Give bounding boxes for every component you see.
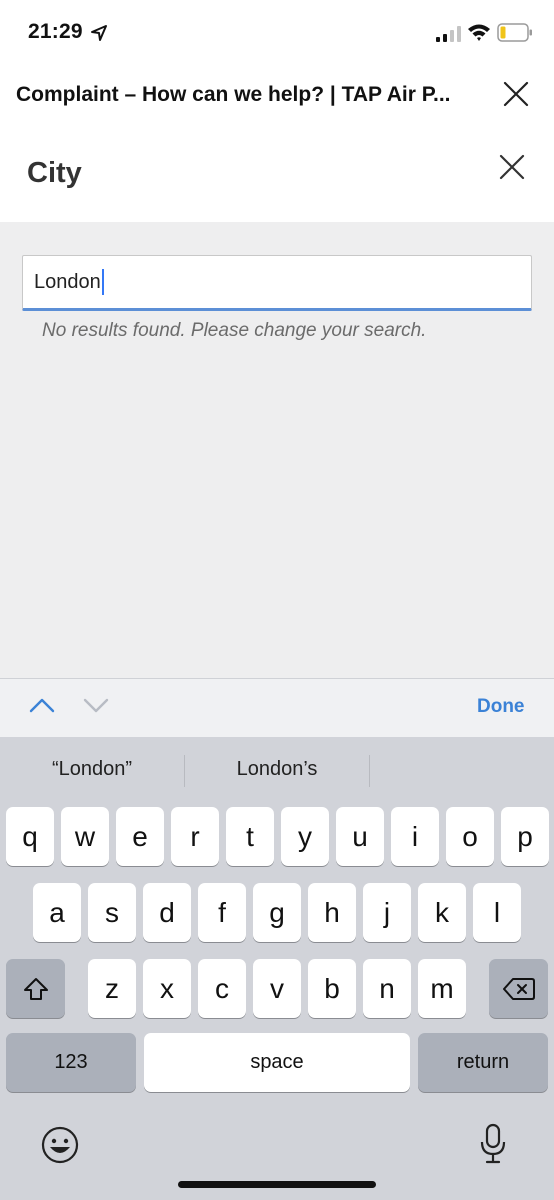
delete-backspace-icon	[502, 977, 535, 1000]
key-n[interactable]: n	[363, 959, 411, 1018]
key-c[interactable]: c	[198, 959, 246, 1018]
battery-icon	[497, 23, 532, 42]
key-d[interactable]: d	[143, 883, 191, 942]
key-o[interactable]: o	[446, 807, 494, 866]
close-modal-icon[interactable]	[498, 153, 526, 181]
key-y[interactable]: y	[281, 807, 329, 866]
text-caret	[101, 269, 104, 295]
no-results-message: No results found. Please change your sea…	[42, 320, 427, 341]
web-header: Complaint – How can we help? | TAP Air P…	[0, 66, 554, 122]
status-time: 21:29	[28, 20, 83, 43]
city-search-value: London	[34, 270, 101, 293]
cellular-signal-icon	[436, 26, 461, 42]
numbers-key[interactable]: 123	[6, 1033, 136, 1092]
location-arrow-icon	[91, 25, 107, 41]
next-field-chevron-down-icon[interactable]	[82, 695, 110, 715]
city-search-input[interactable]: London	[22, 255, 532, 311]
shift-key[interactable]	[6, 959, 65, 1018]
suggestion-item[interactable]: “London”	[44, 758, 140, 781]
suggestion-divider	[184, 755, 185, 787]
web-page-title: Complaint – How can we help? | TAP Air P…	[16, 83, 451, 106]
key-u[interactable]: u	[336, 807, 384, 866]
key-f[interactable]: f	[198, 883, 246, 942]
home-indicator	[178, 1181, 376, 1188]
status-bar: 21:29	[0, 0, 554, 66]
done-button[interactable]: Done	[477, 696, 525, 718]
key-s[interactable]: s	[88, 883, 136, 942]
close-webview-icon[interactable]	[502, 80, 530, 108]
suggestion-item[interactable]: London’s	[226, 758, 328, 781]
key-z[interactable]: z	[88, 959, 136, 1018]
key-g[interactable]: g	[253, 883, 301, 942]
microphone-icon[interactable]	[480, 1123, 506, 1165]
key-l[interactable]: l	[473, 883, 521, 942]
modal-header: City	[0, 122, 554, 222]
modal-title: City	[27, 157, 82, 189]
key-t[interactable]: t	[226, 807, 274, 866]
key-i[interactable]: i	[391, 807, 439, 866]
emoji-icon[interactable]	[40, 1125, 80, 1165]
key-p[interactable]: p	[501, 807, 549, 866]
backspace-key[interactable]	[489, 959, 548, 1018]
key-a[interactable]: a	[33, 883, 81, 942]
shift-arrow-icon	[23, 977, 48, 1000]
key-b[interactable]: b	[308, 959, 356, 1018]
wifi-icon	[468, 24, 490, 41]
return-key[interactable]: return	[418, 1033, 548, 1092]
key-m[interactable]: m	[418, 959, 466, 1018]
key-e[interactable]: e	[116, 807, 164, 866]
key-r[interactable]: r	[171, 807, 219, 866]
key-k[interactable]: k	[418, 883, 466, 942]
key-j[interactable]: j	[363, 883, 411, 942]
key-w[interactable]: w	[61, 807, 109, 866]
previous-field-chevron-up-icon[interactable]	[28, 695, 56, 715]
key-q[interactable]: q	[6, 807, 54, 866]
key-v[interactable]: v	[253, 959, 301, 1018]
space-key[interactable]: space	[144, 1033, 410, 1092]
suggestion-divider	[369, 755, 370, 787]
key-x[interactable]: x	[143, 959, 191, 1018]
key-h[interactable]: h	[308, 883, 356, 942]
